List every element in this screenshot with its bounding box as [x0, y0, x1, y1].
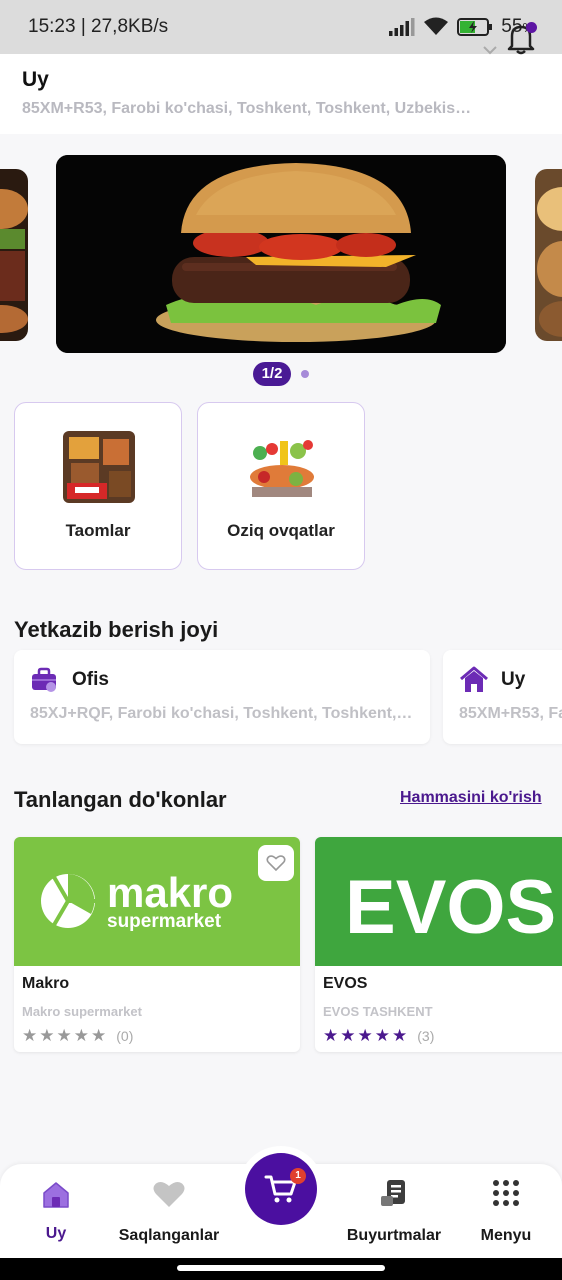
nav-home[interactable]: Uy: [20, 1164, 92, 1260]
rating-count: (3): [417, 1027, 435, 1044]
location-card-uy[interactable]: Uy 85XM+R53, Farobi ko'chasi: [443, 650, 562, 744]
category-card-taomlar[interactable]: Taomlar: [14, 402, 182, 570]
star-icon: ★: [323, 1026, 339, 1045]
rating-count: (0): [116, 1027, 134, 1044]
wifi-icon: [424, 17, 449, 35]
delivery-section-title: Yetkazib berish joyi: [14, 617, 219, 642]
grid-menu-icon: [493, 1180, 519, 1206]
nav-menu[interactable]: Menyu: [470, 1164, 542, 1260]
location-name: Uy: [501, 669, 526, 690]
star-icon: ★: [56, 1026, 72, 1045]
carousel-pager: 1/2: [253, 362, 309, 386]
battery-charging-icon: [457, 18, 493, 36]
store-rating: ★ ★ ★ ★ ★ (0): [22, 1027, 133, 1044]
address-line: 85XM+R53, Farobi ko'chasi, Toshkent, Tos…: [22, 100, 472, 117]
favorite-button[interactable]: [258, 845, 294, 881]
signal-icon: [389, 18, 415, 36]
carousel-slide-burger[interactable]: [56, 155, 506, 353]
category-card-oziq-ovqatlar[interactable]: Oziq ovqatlar: [197, 402, 365, 570]
address-header[interactable]: Uy 85XM+R53, Farobi ko'chasi, Toshkent, …: [0, 54, 562, 134]
notification-dot: [526, 22, 537, 33]
location-address: 85XM+R53, Farobi ko'chasi: [459, 705, 562, 722]
star-icon: ★: [39, 1026, 55, 1045]
store-subtitle: Makro supermarket: [22, 1004, 142, 1019]
burger-image: [56, 155, 506, 353]
address-title: Uy: [22, 68, 49, 91]
carousel-prev-slide[interactable]: [0, 169, 28, 341]
status-left: 15:23 | 27,8KB/s: [28, 16, 169, 37]
store-name: Makro: [22, 975, 70, 992]
location-name: Ofis: [72, 669, 109, 690]
category-label: Taomlar: [65, 521, 131, 540]
store-rating: ★ ★ ★ ★ ★ (3): [323, 1027, 434, 1044]
star-icon: ★: [91, 1026, 107, 1045]
category-image-groceries: [246, 431, 318, 503]
star-icon: ★: [73, 1026, 89, 1045]
star-icon: ★: [392, 1026, 408, 1045]
chevron-down-icon[interactable]: [482, 44, 498, 56]
evos-logo-text: EVOS: [345, 865, 556, 950]
heart-outline-icon: [266, 855, 286, 872]
home-icon: [460, 666, 488, 692]
nav-menu-label: Menyu: [480, 1227, 532, 1244]
star-icon: ★: [374, 1026, 390, 1045]
briefcase-icon: [32, 667, 56, 692]
location-card-ofis[interactable]: Ofis 85XJ+RQF, Farobi ko'chasi, Toshkent…: [14, 650, 430, 744]
store-subtitle: EVOS TASHKENT: [323, 1004, 433, 1019]
store-banner-evos: EVOS: [315, 837, 562, 966]
store-name: EVOS: [323, 975, 368, 992]
banner-carousel[interactable]: [0, 155, 562, 355]
stores-section-title: Tanlangan do'konlar: [14, 787, 227, 812]
cart-button-wrap: 1: [238, 1146, 324, 1232]
carousel-pager-badge: 1/2: [253, 362, 291, 386]
carousel-dot[interactable]: [301, 370, 309, 378]
home-icon: [43, 1182, 69, 1208]
category-image-food: [63, 431, 135, 503]
home-gesture-handle[interactable]: [177, 1265, 385, 1271]
status-time: 15:23: [28, 16, 76, 37]
nav-orders-label: Buyurtmalar: [346, 1227, 442, 1244]
makro-logo-text: makro: [107, 869, 233, 916]
star-icon: ★: [340, 1026, 356, 1045]
nav-home-label: Uy: [45, 1225, 67, 1242]
star-icon: ★: [357, 1026, 373, 1045]
store-card-makro[interactable]: makro supermarket Makro Makro supermarke…: [14, 837, 300, 1052]
store-card-evos[interactable]: EVOS EVOS EVOS TASHKENT ★ ★ ★ ★ ★ (3): [315, 837, 562, 1052]
status-bar: 15:23 | 27,8KB/s 55%: [0, 0, 562, 54]
category-label: Oziq ovqatlar: [227, 521, 335, 540]
star-icon: ★: [22, 1026, 38, 1045]
heart-icon: [153, 1181, 185, 1207]
status-network-speed: 27,8KB/s: [91, 16, 169, 37]
cart-button[interactable]: [245, 1153, 317, 1225]
cart-count-badge: 1: [290, 1168, 306, 1184]
receipt-icon: [381, 1180, 405, 1206]
nav-saved-label: Saqlanganlar: [118, 1227, 220, 1244]
see-all-stores-link[interactable]: Hammasini ko'rish: [400, 789, 542, 807]
makro-logo-subtext: supermarket: [107, 911, 222, 932]
carousel-next-slide[interactable]: [535, 169, 562, 341]
nav-saved[interactable]: Saqlanganlar: [108, 1164, 230, 1260]
nav-orders[interactable]: Buyurtmalar: [336, 1164, 452, 1260]
location-address: 85XJ+RQF, Farobi ko'chasi, Toshkent, Tos…: [30, 705, 414, 722]
